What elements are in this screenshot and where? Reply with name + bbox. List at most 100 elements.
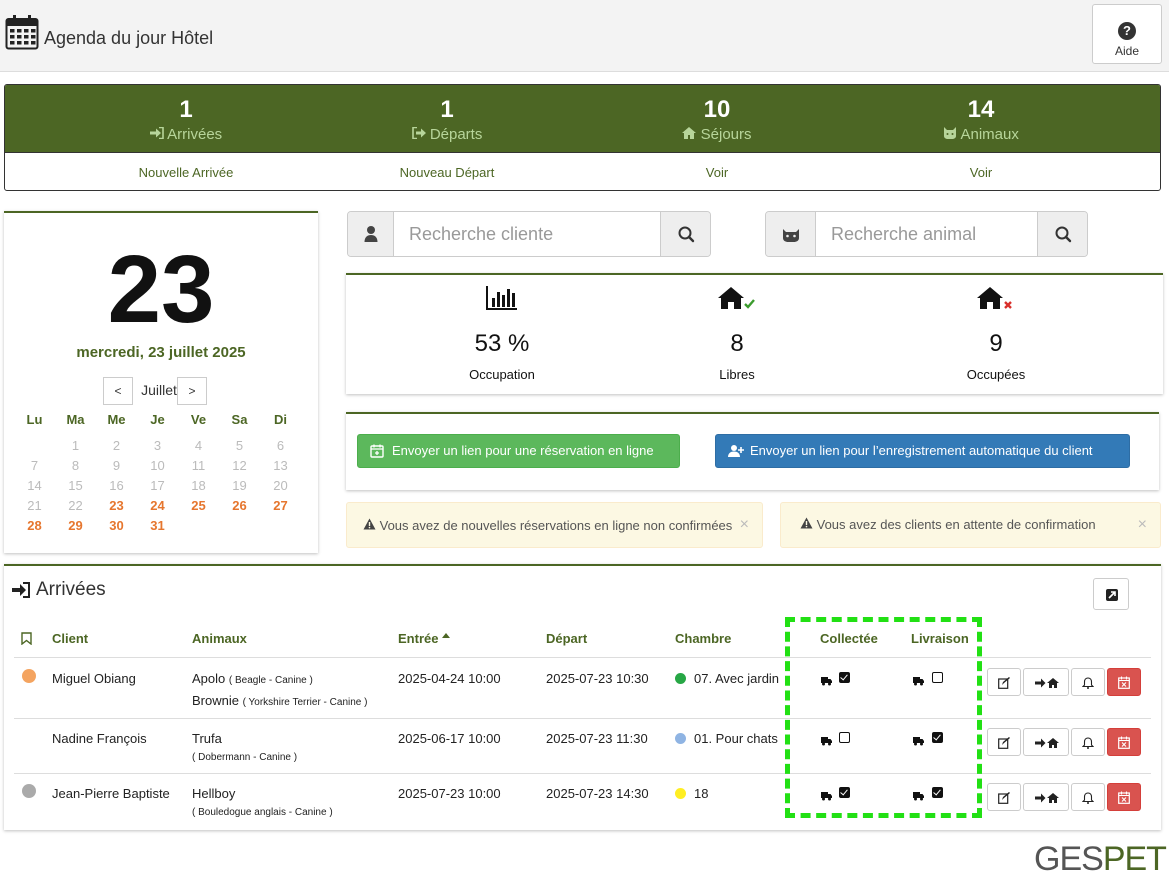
cancel-button[interactable] — [1107, 783, 1141, 811]
stat-animals-label: Animaux — [960, 126, 1019, 143]
alert-pending-clients-close[interactable]: × — [1138, 516, 1147, 534]
edit-icon — [998, 791, 1010, 809]
calendar-day[interactable]: 6 — [260, 438, 301, 454]
calendar-cross-icon — [1118, 736, 1130, 754]
calendar-day[interactable]: 24 — [137, 498, 178, 514]
logo-part-ges: GES — [1034, 840, 1104, 878]
bell-icon — [1081, 791, 1095, 809]
calendar-day[interactable]: 28 — [14, 518, 55, 534]
calendar-day[interactable]: 15 — [55, 478, 96, 494]
client-search-input[interactable] — [394, 212, 662, 256]
animal-breed: ( Bouledogue anglais - Canine ) — [192, 807, 333, 818]
edit-button[interactable] — [987, 783, 1021, 811]
alert-online-bookings-close[interactable]: × — [740, 516, 749, 534]
calendar-day[interactable]: 5 — [219, 438, 260, 454]
calendar-day[interactable]: 21 — [14, 498, 55, 514]
send-client-registration-link-button[interactable]: Envoyer un lien pour l’enregistrement au… — [715, 434, 1130, 468]
col-departure[interactable]: Départ — [546, 631, 587, 646]
calendar-day[interactable]: 13 — [260, 458, 301, 474]
calendar-day[interactable]: 8 — [55, 458, 96, 474]
col-entry[interactable]: Entrée — [398, 631, 451, 646]
edit-button[interactable] — [987, 728, 1021, 756]
calendar-day[interactable]: 17 — [137, 478, 178, 494]
arrivals-panel: Arrivées Client Animaux Entrée Départ Ch… — [4, 564, 1161, 830]
animal-name[interactable]: Hellboy — [192, 786, 235, 801]
col-client[interactable]: Client — [52, 631, 88, 646]
help-button[interactable]: ? Aide — [1092, 4, 1162, 64]
view-animals-link[interactable]: Voir — [856, 165, 1106, 180]
calendar-day[interactable]: 25 — [178, 498, 219, 514]
gespet-logo: GESPET — [1034, 840, 1167, 879]
bookmark-icon[interactable] — [21, 632, 32, 645]
stat-departures-count: 1 — [440, 96, 454, 123]
calendar-day[interactable]: 16 — [96, 478, 137, 494]
calendar-day[interactable]: 26 — [219, 498, 260, 514]
stat-departures-label: Départs — [429, 126, 483, 143]
new-departure-link[interactable]: Nouveau Départ — [322, 165, 572, 180]
refresh-button[interactable] — [1093, 578, 1129, 610]
check-in-button[interactable] — [1023, 668, 1069, 696]
col-animals[interactable]: Animaux — [192, 631, 247, 646]
calendar-day[interactable]: 9 — [96, 458, 137, 474]
calendar-day[interactable]: 2 — [96, 438, 137, 454]
prev-month-button[interactable]: < — [103, 377, 133, 405]
cancel-button[interactable] — [1107, 668, 1141, 696]
cancel-button[interactable] — [1107, 728, 1141, 756]
notify-button[interactable] — [1071, 668, 1105, 696]
calendar-day[interactable]: 20 — [260, 478, 301, 494]
calendar-day[interactable]: 30 — [96, 518, 137, 534]
calendar-grid: Lu Ma Me Je Ve Sa Di 1 2 3 4 5 6 7 8 9 10 11 12 13 14 15 16 17 1… — [14, 412, 304, 534]
table-row: Jean-Pierre Baptiste Hellboy ( Bouledogue … — [4, 773, 1161, 828]
client-name[interactable]: Nadine François — [52, 731, 147, 746]
calendar-day[interactable]: 23 — [96, 498, 137, 514]
animal-entry[interactable]: Apolo ( Beagle - Canine ) — [192, 671, 313, 686]
stat-animals[interactable]: 14 Animaux — [856, 85, 1106, 143]
logo-part-pet: PET — [1102, 840, 1167, 878]
calendar-day[interactable]: 1 — [55, 438, 96, 454]
arrivals-title: Arrivées — [36, 579, 106, 600]
next-month-button[interactable]: > — [177, 377, 207, 405]
animal-name[interactable]: Trufa — [192, 731, 222, 746]
calendar-empty-cell — [14, 438, 55, 454]
new-arrival-link[interactable]: Nouvelle Arrivée — [61, 165, 311, 180]
check-in-button[interactable] — [1023, 783, 1069, 811]
client-search-button[interactable] — [660, 212, 710, 256]
sign-in-icon — [149, 126, 164, 140]
view-stays-link[interactable]: Voir — [592, 165, 842, 180]
client-name[interactable]: Miguel Obiang — [52, 671, 136, 686]
calendar-day[interactable]: 11 — [178, 458, 219, 474]
notify-button[interactable] — [1071, 783, 1105, 811]
calendar-day[interactable]: 27 — [260, 498, 301, 514]
calendar-day[interactable]: 19 — [219, 478, 260, 494]
animal-search-button[interactable] — [1037, 212, 1087, 256]
calendar-day[interactable]: 10 — [137, 458, 178, 474]
collected-delivery-highlight — [785, 617, 982, 818]
departure-date: 2025-07-23 14:30 — [546, 786, 649, 801]
col-room[interactable]: Chambre — [675, 631, 731, 646]
calendar-day[interactable]: 31 — [137, 518, 178, 534]
calendar-day[interactable]: 18 — [178, 478, 219, 494]
calendar-day[interactable]: 4 — [178, 438, 219, 454]
stat-arrivals[interactable]: 1 Arrivées — [61, 85, 311, 143]
entry-date: 2025-06-17 10:00 — [398, 731, 501, 746]
calendar-day[interactable]: 29 — [55, 518, 96, 534]
stat-departures[interactable]: 1 Départs — [322, 85, 572, 143]
calendar-day[interactable]: 14 — [14, 478, 55, 494]
room-name: 07. Avec jardin — [694, 671, 780, 686]
calendar-day[interactable]: 12 — [219, 458, 260, 474]
animal-entry[interactable]: Brownie ( Yorkshire Terrier - Canine ) — [192, 693, 367, 708]
animal-search-input[interactable] — [816, 212, 1038, 256]
bell-icon — [1081, 676, 1095, 694]
edit-button[interactable] — [987, 668, 1021, 696]
stat-stays[interactable]: 10 Séjours — [592, 85, 842, 143]
check-in-button[interactable] — [1023, 728, 1069, 756]
calendar-day[interactable]: 7 — [14, 458, 55, 474]
alert-pending-clients: Vous avez des clients en attente de conf… — [780, 502, 1161, 548]
notify-button[interactable] — [1071, 728, 1105, 756]
animal-search-addon — [766, 212, 816, 256]
send-online-booking-link-button[interactable]: Envoyer un lien pour une réservation en … — [357, 434, 680, 468]
calendar-day[interactable]: 22 — [55, 498, 96, 514]
calendar-day[interactable]: 3 — [137, 438, 178, 454]
client-name[interactable]: Jean-Pierre Baptiste — [52, 786, 170, 801]
warning-icon — [363, 518, 376, 530]
